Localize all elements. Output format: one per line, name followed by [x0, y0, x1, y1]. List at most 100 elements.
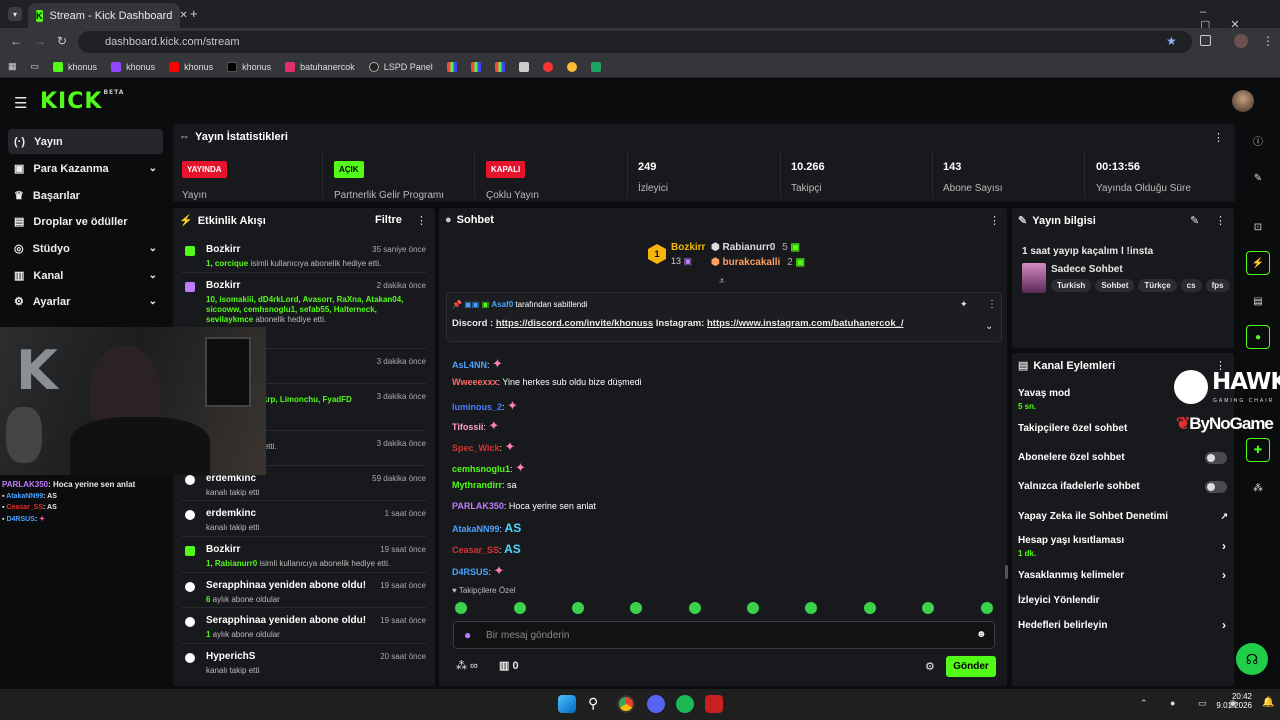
mic-icon[interactable]: ●	[464, 628, 471, 642]
nav-achievements[interactable]: ♛ Başarılar	[8, 183, 163, 208]
edit-icon[interactable]: ✎	[1190, 214, 1199, 227]
bookmark-icon-4[interactable]	[518, 61, 529, 72]
tag-chip[interactable]: cs	[1180, 279, 1202, 292]
ai-moderation-row[interactable]: Yapay Zeka ile Sohbet Denetimi ↗	[1018, 511, 1228, 522]
chat-input[interactable]: ● Bir mesaj gönderin ☻	[453, 621, 995, 649]
chat-username[interactable]: PARLAK350	[452, 501, 504, 511]
user-avatar[interactable]	[1232, 90, 1254, 112]
notification-icon[interactable]: 🔔	[1262, 697, 1274, 708]
goals-row[interactable]: Hedefleri belirleyin ›	[1018, 618, 1228, 632]
expand-pinned-icon[interactable]: ⌄	[985, 321, 993, 332]
pencil-icon[interactable]: ✎	[1246, 166, 1270, 190]
chat-username[interactable]: AsL4NN	[452, 360, 487, 370]
emote-icon[interactable]	[922, 602, 934, 614]
bookmark-x[interactable]: khonus	[227, 61, 271, 72]
emote-icon[interactable]	[630, 602, 642, 614]
emote-icon[interactable]	[864, 602, 876, 614]
share-icon[interactable]: ⁂	[1246, 476, 1270, 500]
instagram-link[interactable]: https://www.instagram.com/batuhanercok_/	[707, 318, 904, 329]
support-headset-icon[interactable]: ☊	[1236, 643, 1268, 675]
tag-chip[interactable]: Turkish	[1051, 279, 1092, 292]
category-name[interactable]: Sadece Sohbet	[1051, 264, 1123, 275]
bookmark-icon-5[interactable]	[542, 61, 553, 72]
chat-scrollbar[interactable]	[1005, 565, 1008, 579]
chat-username[interactable]: Wweeexxx	[452, 377, 498, 387]
extensions-icon[interactable]	[1200, 35, 1211, 46]
search-icon[interactable]: ⚲	[588, 695, 598, 712]
bookmark-twitch[interactable]: khonus	[111, 61, 155, 72]
emote-icon[interactable]	[747, 602, 759, 614]
back-icon[interactable]: ←	[10, 34, 22, 48]
pinned-menu-icon[interactable]: ⋮	[987, 299, 997, 310]
emotes-only-toggle[interactable]	[1205, 481, 1227, 493]
bookmark-icon-2[interactable]	[470, 61, 481, 72]
discord-icon[interactable]	[647, 695, 665, 713]
apps-icon[interactable]: ▦	[8, 61, 17, 72]
chat-username[interactable]: Tifossii	[452, 422, 483, 432]
bookmark-icon-6[interactable]	[566, 61, 577, 72]
tab-list-icon[interactable]: ▾	[8, 7, 22, 21]
chat-username[interactable]: luminous_2	[452, 402, 502, 412]
chat-menu-icon[interactable]: ⋮	[989, 214, 1000, 227]
capture-icon[interactable]: ⊡	[1246, 215, 1270, 239]
emote-icon[interactable]	[689, 602, 701, 614]
tools-icon[interactable]: ✚	[1246, 438, 1270, 462]
tag-chip[interactable]: Sohbet	[1095, 279, 1135, 292]
emote-icon[interactable]	[805, 602, 817, 614]
nav-studio[interactable]: ◎ Stüdyo ⌄	[8, 236, 163, 261]
collapse-leaderboard-icon[interactable]: ⩡	[719, 276, 725, 287]
info-menu-icon[interactable]: ⋮	[1215, 214, 1226, 227]
chat-username[interactable]: Spec_Wick	[452, 443, 499, 453]
document-icon[interactable]: ▤	[1246, 289, 1270, 313]
chat-username[interactable]: Mythrandirr	[452, 480, 502, 490]
tag-chip[interactable]: fps	[1205, 279, 1230, 292]
windows-start-icon[interactable]	[558, 695, 576, 713]
nav-channel[interactable]: ▥ Kanal ⌄	[8, 263, 163, 288]
chat-username[interactable]: D4RSUS	[452, 567, 489, 577]
nav-monetization[interactable]: ▣ Para Kazanma ⌄	[8, 156, 163, 181]
chat-toggle-icon[interactable]: ●	[1246, 325, 1270, 349]
unpin-icon[interactable]: ✦	[960, 299, 968, 310]
bookmark-icon-3[interactable]	[494, 61, 505, 72]
bookmark-instagram[interactable]: batuhanercok	[285, 61, 355, 72]
viewer-redirect-row[interactable]: İzleyici Yönlendir	[1018, 595, 1228, 606]
category-thumbnail[interactable]	[1022, 263, 1046, 293]
chat-username[interactable]: cemhsnoglu1	[452, 464, 510, 474]
clock[interactable]: 20:42 9.01.2026	[1216, 692, 1252, 710]
banned-words-row[interactable]: Yasaklanmış kelimeler ›	[1018, 568, 1228, 582]
bookmark-lspd[interactable]: LSPD Panel	[368, 61, 433, 72]
new-tab-icon[interactable]: +	[190, 6, 198, 21]
info-icon[interactable]: ⓘ	[1246, 128, 1270, 152]
subs-only-toggle[interactable]	[1205, 452, 1227, 464]
kick-logo[interactable]: KICKBETA	[40, 89, 124, 114]
nav-stream[interactable]: (·) Yayın	[8, 129, 163, 154]
nav-drops[interactable]: ▤ Droplar ve ödüller	[8, 209, 163, 234]
emote-icon[interactable]	[572, 602, 584, 614]
bookmark-kick[interactable]: khonus	[53, 61, 97, 72]
bookmark-star-icon[interactable]: ★	[1166, 34, 1177, 48]
url-field[interactable]: dashboard.kick.com/stream	[78, 31, 1192, 53]
obs-icon[interactable]	[705, 695, 723, 713]
discord-link[interactable]: https://discord.com/invite/khonuss	[496, 318, 653, 329]
emoji-icon[interactable]: ☻	[976, 629, 987, 640]
emote-icon[interactable]	[514, 602, 526, 614]
emote-icon[interactable]	[455, 602, 467, 614]
points-icon[interactable]: ⁂ ∞	[456, 659, 478, 672]
close-tab-icon[interactable]: ✕	[179, 10, 187, 21]
tag-chip[interactable]: Türkçe	[1138, 279, 1177, 292]
reload-icon[interactable]: ↻	[57, 34, 67, 48]
chrome-icon[interactable]	[617, 695, 635, 713]
bookmark-icon-7[interactable]	[590, 61, 601, 72]
bookmark-icon-1[interactable]	[446, 61, 457, 72]
profile-avatar[interactable]	[1234, 34, 1248, 48]
forward-icon[interactable]: →	[34, 34, 46, 48]
store-counter[interactable]: ▥ 0	[499, 659, 519, 672]
browser-tab[interactable]: K Stream - Kick Dashboard ✕	[28, 3, 188, 28]
stats-menu-icon[interactable]: ⋮	[1213, 131, 1224, 144]
filter-button[interactable]: Filtre	[375, 214, 402, 226]
menu-dots-icon[interactable]: ⋮	[1262, 34, 1274, 48]
chat-username[interactable]: AtakaNN99	[452, 524, 500, 534]
chat-username[interactable]: Ceasar_SS	[452, 545, 499, 555]
hamburger-menu-icon[interactable]: ☰	[14, 94, 27, 112]
chat-settings-icon[interactable]: ⚙	[925, 660, 935, 673]
